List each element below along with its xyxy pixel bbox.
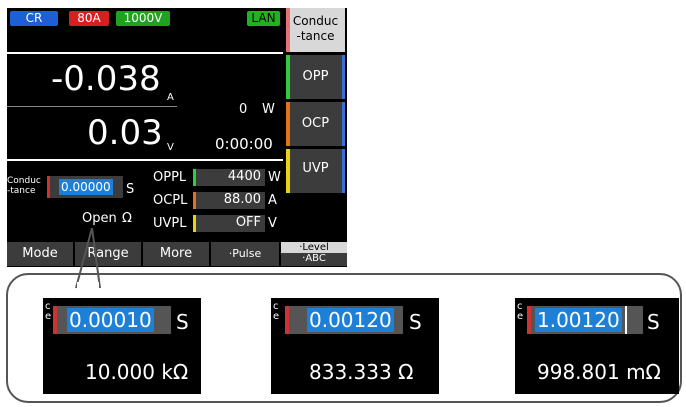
zoom-example-1-resistance: 10.000 kΩ xyxy=(85,360,189,384)
zoom-example-2: ce 0.00120 S 833.333 Ω xyxy=(271,298,439,394)
zoom-example-3-value: 1.00120 xyxy=(535,308,622,332)
zoom-example-3: ce 1.00120 S 998.801 mΩ xyxy=(515,298,679,394)
zoom-example-1-unit: S xyxy=(176,310,189,334)
zoom-example-3-unit: S xyxy=(647,310,660,334)
zoom-example-1: ce 0.00010 S 10.000 kΩ xyxy=(43,298,201,394)
zoom-example-2-value: 0.00120 xyxy=(307,308,394,332)
zoom-example-1-value: 0.00010 xyxy=(67,308,154,332)
zoom-example-2-unit: S xyxy=(409,310,422,334)
zoom-example-3-cursor xyxy=(625,306,627,334)
zoom-example-2-label-fragment: ce xyxy=(273,301,280,322)
zoom-example-2-resistance: 833.333 Ω xyxy=(309,360,414,384)
zoom-example-3-label-fragment: ce xyxy=(517,301,524,322)
zoom-example-3-resistance: 998.801 mΩ xyxy=(537,360,661,384)
